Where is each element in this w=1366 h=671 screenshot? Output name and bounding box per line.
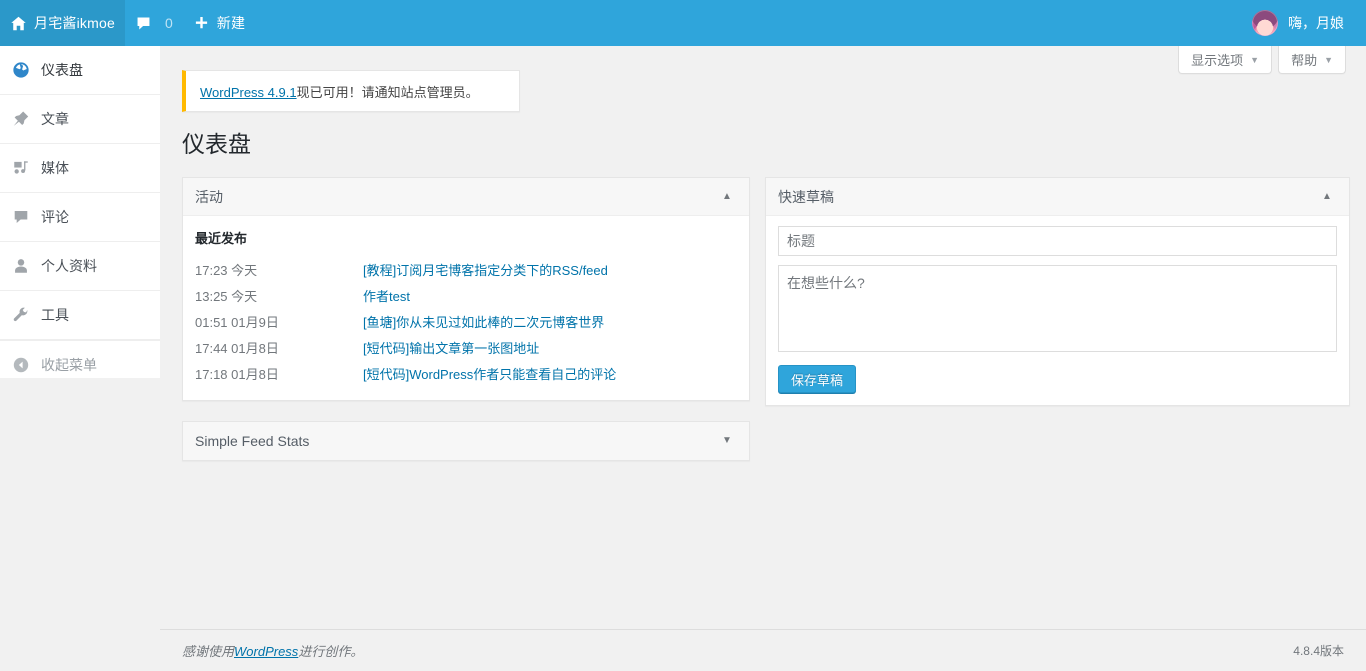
- admin-bar-comments[interactable]: 0: [125, 0, 183, 46]
- sidebar-item-posts[interactable]: 文章: [0, 95, 160, 144]
- page-title: 仪表盘: [182, 131, 251, 157]
- sidebar-item-label: 工具: [41, 307, 69, 323]
- activity-time: 17:23 今天: [195, 263, 258, 278]
- admin-bar-site-label: 月宅酱ikmoe: [34, 15, 115, 31]
- sidebar-item-comments[interactable]: 评论: [0, 193, 160, 242]
- dashboard-column-right: 快速草稿 ▲ 保存草稿: [765, 177, 1350, 426]
- chevron-down-icon[interactable]: ▼: [717, 436, 737, 446]
- activity-post-link[interactable]: [短代码]输出文章第一张图地址: [363, 336, 539, 362]
- recently-published-heading: 最近发布: [195, 231, 248, 246]
- pin-icon: [10, 109, 32, 129]
- save-draft-button[interactable]: 保存草稿: [778, 365, 857, 393]
- help-label: 帮助: [1291, 53, 1318, 68]
- quick-draft-title: 快速草稿: [778, 188, 834, 205]
- admin-bar-new-label: 新建: [216, 15, 246, 31]
- admin-bar-comment-count: 0: [164, 15, 173, 31]
- update-notice: WordPress 4.9.1现已可用！请通知站点管理员。: [182, 70, 520, 112]
- chevron-down-icon: ▼: [1324, 54, 1333, 65]
- sidebar-item-label: 文章: [41, 111, 69, 127]
- sidebar-item-dashboard[interactable]: 仪表盘: [0, 46, 160, 95]
- wordpress-update-link[interactable]: WordPress 4.9.1: [200, 85, 297, 100]
- sidebar-item-label: 仪表盘: [41, 62, 83, 78]
- sidebar-collapse-label: 收起菜单: [41, 357, 97, 373]
- notice-text: WordPress 4.9.1现已可用！请通知站点管理员。: [200, 82, 479, 101]
- activity-row: 17:44 01月8日 [短代码]输出文章第一张图地址: [195, 336, 737, 362]
- admin-sidebar-menu: 仪表盘 文章 媒体 评论 个人资料 工具 收起菜单: [0, 46, 160, 378]
- admin-bar-right-group: 嗨，月娘: [1244, 0, 1366, 46]
- help-tab[interactable]: 帮助 ▼: [1278, 46, 1346, 74]
- quick-draft-widget: 快速草稿 ▲ 保存草稿: [765, 177, 1350, 406]
- sidebar-item-tools[interactable]: 工具: [0, 291, 160, 340]
- simple-feed-stats-title: Simple Feed Stats: [195, 433, 310, 449]
- comment-bubble-icon: [135, 15, 152, 32]
- activity-widget: 活动 ▲ 最近发布 17:23 今天 [教程]订阅月宅博客指定分类下的RSS/f…: [182, 177, 750, 401]
- user-icon: [10, 256, 32, 276]
- activity-widget-title: 活动: [195, 188, 223, 205]
- comment-bubble-icon: [10, 207, 32, 227]
- chevron-up-icon[interactable]: ▲: [717, 191, 737, 202]
- admin-bar-my-account[interactable]: 嗨，月娘: [1244, 0, 1352, 46]
- screen-options-tab[interactable]: 显示选项 ▼: [1178, 46, 1273, 74]
- activity-time: 13:25 今天: [195, 289, 258, 304]
- activity-time: 17:44 01月8日: [195, 341, 279, 356]
- activity-row: 17:23 今天 [教程]订阅月宅博客指定分类下的RSS/feed: [195, 258, 737, 284]
- footer-thanks-text: 感谢使用WordPress进行创作。: [182, 641, 363, 660]
- sidebar-collapse-menu-button[interactable]: 收起菜单: [0, 340, 160, 389]
- activity-time: 01:51 01月9日: [195, 315, 279, 330]
- activity-post-link[interactable]: [教程]订阅月宅博客指定分类下的RSS/feed: [363, 258, 608, 284]
- sidebar-item-label: 个人资料: [41, 258, 97, 274]
- media-icon: [10, 158, 32, 178]
- activity-post-link[interactable]: 作者test: [363, 284, 410, 310]
- wrench-icon: [10, 305, 32, 325]
- plus-icon: [193, 15, 210, 32]
- activity-widget-header[interactable]: 活动 ▲: [183, 178, 749, 216]
- admin-footer: 感谢使用WordPress进行创作。 4.8.4版本: [160, 629, 1366, 671]
- wordpress-link[interactable]: WordPress: [234, 644, 298, 659]
- admin-bar: 月宅酱ikmoe 0 新建 嗨，月娘: [0, 0, 1366, 46]
- sidebar-item-media[interactable]: 媒体: [0, 144, 160, 193]
- footer-thanks-prefix: 感谢使用: [182, 644, 235, 659]
- collapse-left-arrow-icon: [10, 355, 32, 375]
- avatar: [1252, 10, 1278, 36]
- sidebar-item-profile[interactable]: 个人资料: [0, 242, 160, 291]
- notice-rest-text: 现已可用！请通知站点管理员。: [296, 84, 479, 100]
- activity-post-link[interactable]: [短代码]WordPress作者只能查看自己的评论: [363, 362, 616, 388]
- simple-feed-stats-widget: Simple Feed Stats ▼: [182, 421, 750, 461]
- footer-version: 4.8.4版本: [1293, 644, 1344, 658]
- admin-bar-new-content[interactable]: 新建: [183, 0, 255, 46]
- activity-widget-body: 最近发布 17:23 今天 [教程]订阅月宅博客指定分类下的RSS/feed 1…: [183, 216, 749, 400]
- sidebar-item-label: 媒体: [41, 160, 69, 176]
- simple-feed-stats-header[interactable]: Simple Feed Stats ▼: [183, 422, 749, 460]
- quick-draft-body: 保存草稿: [766, 216, 1349, 405]
- admin-bar-site-name[interactable]: 月宅酱ikmoe: [0, 0, 125, 46]
- quick-draft-header[interactable]: 快速草稿 ▲: [766, 178, 1349, 216]
- dashboard-gauge-icon: [10, 60, 32, 80]
- activity-row: 13:25 今天 作者test: [195, 284, 737, 310]
- chevron-up-icon[interactable]: ▲: [1317, 191, 1337, 202]
- activity-row: 01:51 01月9日 [鱼塘]你从未见过如此棒的二次元博客世界: [195, 310, 737, 336]
- dashboard-column-left: 活动 ▲ 最近发布 17:23 今天 [教程]订阅月宅博客指定分类下的RSS/f…: [182, 177, 750, 481]
- screen-meta-links: 显示选项 ▼ 帮助 ▼: [1178, 46, 1346, 74]
- quick-draft-content-input[interactable]: [778, 265, 1337, 352]
- activity-time: 17:18 01月8日: [195, 367, 279, 382]
- home-icon: [10, 15, 27, 32]
- screen-options-label: 显示选项: [1191, 53, 1244, 68]
- activity-post-link[interactable]: [鱼塘]你从未见过如此棒的二次元博客世界: [363, 310, 604, 336]
- main-content-area: 显示选项 ▼ 帮助 ▼ WordPress 4.9.1现已可用！请通知站点管理员…: [160, 46, 1366, 671]
- chevron-down-icon: ▼: [1250, 54, 1260, 65]
- admin-bar-greeting: 嗨，月娘: [1288, 15, 1344, 31]
- footer-thanks-suffix: 进行创作。: [298, 644, 364, 659]
- activity-row: 17:18 01月8日 [短代码]WordPress作者只能查看自己的评论: [195, 362, 737, 388]
- quick-draft-title-input[interactable]: [778, 226, 1337, 256]
- sidebar-item-label: 评论: [41, 209, 69, 225]
